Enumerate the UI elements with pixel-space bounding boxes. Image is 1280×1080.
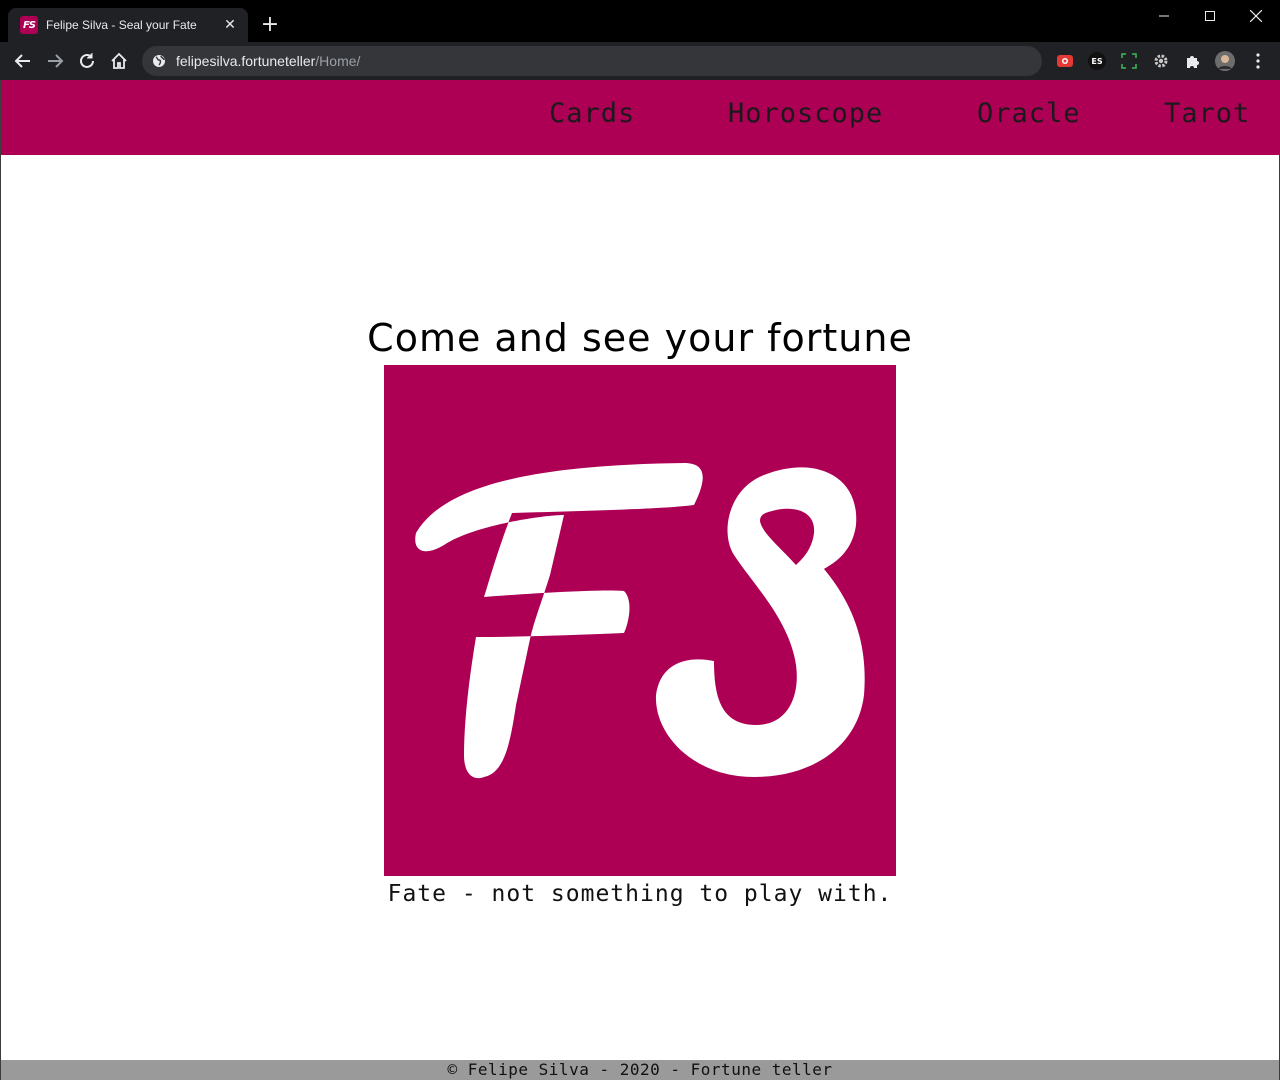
browser-title-bar: FS Felipe Silva - Seal your Fate ✕ +	[0, 0, 1280, 42]
maximize-icon	[1205, 11, 1215, 21]
hero-title: Come and see your fortune	[367, 316, 913, 360]
reload-icon	[80, 53, 94, 68]
new-tab-button[interactable]: +	[258, 14, 282, 38]
tab-close-icon[interactable]: ✕	[222, 17, 238, 33]
arrow-right-icon	[48, 54, 64, 68]
maximize-button[interactable]	[1187, 0, 1233, 32]
nav-link-cards[interactable]: Cards	[549, 98, 635, 129]
es-icon[interactable]: ES	[1087, 51, 1107, 71]
nav-link-tarot[interactable]: Tarot	[1164, 98, 1250, 129]
site-footer: © Felipe Silva - 2020 - Fortune teller	[1, 1060, 1279, 1080]
reload-button[interactable]	[75, 49, 99, 73]
back-button[interactable]	[11, 49, 35, 73]
minimize-button[interactable]	[1141, 0, 1187, 32]
url-path: /Home/	[315, 53, 361, 69]
forward-button[interactable]	[43, 49, 67, 73]
logo-letter-f	[415, 463, 703, 779]
nav-link-oracle[interactable]: Oracle	[977, 98, 1081, 129]
home-button[interactable]	[107, 49, 131, 73]
tagline: Fate - not something to play with.	[387, 881, 893, 907]
site-nav: Cards Horoscope Oracle Tarot	[1, 80, 1279, 155]
browser-toolbar: felipesilva.fortuneteller/Home/ ES	[0, 42, 1280, 80]
close-icon	[1250, 10, 1262, 22]
puzzle-icon[interactable]	[1183, 51, 1203, 71]
fs-logo	[384, 365, 896, 876]
settings-gear-icon[interactable]	[1151, 51, 1171, 71]
page-viewport: Cards Horoscope Oracle Tarot Come and se…	[1, 80, 1279, 1080]
tab-favicon: FS	[20, 16, 38, 34]
menu-kebab-icon[interactable]	[1248, 51, 1268, 71]
youtube-icon[interactable]	[1055, 51, 1075, 71]
logo-letter-s	[655, 467, 865, 777]
tab-title: Felipe Silva - Seal your Fate	[46, 18, 197, 32]
avatar[interactable]	[1215, 51, 1235, 71]
browser-tab[interactable]: FS Felipe Silva - Seal your Fate ✕	[8, 8, 248, 42]
address-bar[interactable]: felipesilva.fortuneteller/Home/	[142, 46, 1042, 76]
nav-link-horoscope[interactable]: Horoscope	[728, 98, 883, 129]
arrow-left-icon	[14, 54, 30, 68]
svg-text:ES: ES	[1091, 57, 1102, 66]
screenshot-icon[interactable]	[1119, 51, 1139, 71]
home-icon	[111, 52, 127, 69]
close-window-button[interactable]	[1233, 0, 1279, 32]
minimize-icon	[1159, 15, 1169, 17]
globe-icon	[152, 54, 166, 68]
url-host: felipesilva.fortuneteller	[176, 53, 316, 69]
